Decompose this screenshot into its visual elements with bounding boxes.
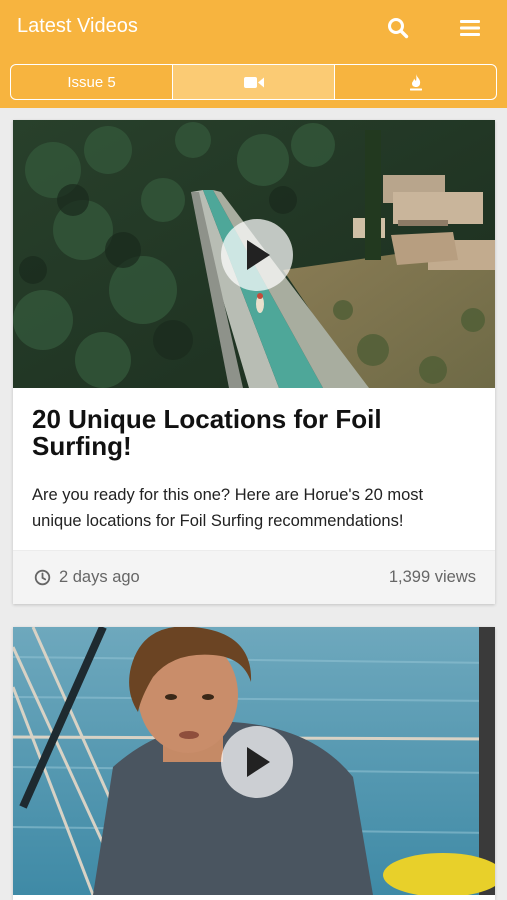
app-header: Latest Videos Issue 5 [0,0,507,108]
video-time: 2 days ago [34,568,140,587]
video-thumbnail[interactable] [13,627,495,895]
hamburger-menu-icon [460,20,480,36]
clock-icon [34,569,51,586]
play-button[interactable] [221,219,293,291]
play-icon [247,747,270,777]
tab-issue-5-label: Issue 5 [67,73,116,91]
page-title: Latest Videos [17,15,138,37]
tab-videos[interactable] [172,65,334,99]
video-camera-icon [243,76,264,88]
view-count: 1,399 views [388,568,476,586]
menu-button[interactable] [454,12,486,44]
category-tabs: Issue 5 [10,64,497,100]
video-title[interactable]: 20 Unique Locations for Foil Surfing! [32,406,476,460]
tab-issue-5[interactable]: Issue 5 [11,65,172,99]
video-card[interactable] [13,627,495,900]
play-icon [247,240,270,270]
video-meta: 2 days ago 1,399 views [13,550,495,604]
play-button[interactable] [221,726,293,798]
video-thumbnail[interactable] [13,120,495,388]
fire-icon [409,73,422,90]
search-icon [388,18,409,39]
video-card[interactable]: 20 Unique Locations for Foil Surfing! Ar… [13,120,495,604]
search-button[interactable] [382,12,414,44]
time-ago: 2 days ago [59,568,140,586]
video-description: Are you ready for this one? Here are Hor… [32,486,424,530]
tab-trending[interactable] [334,65,496,99]
